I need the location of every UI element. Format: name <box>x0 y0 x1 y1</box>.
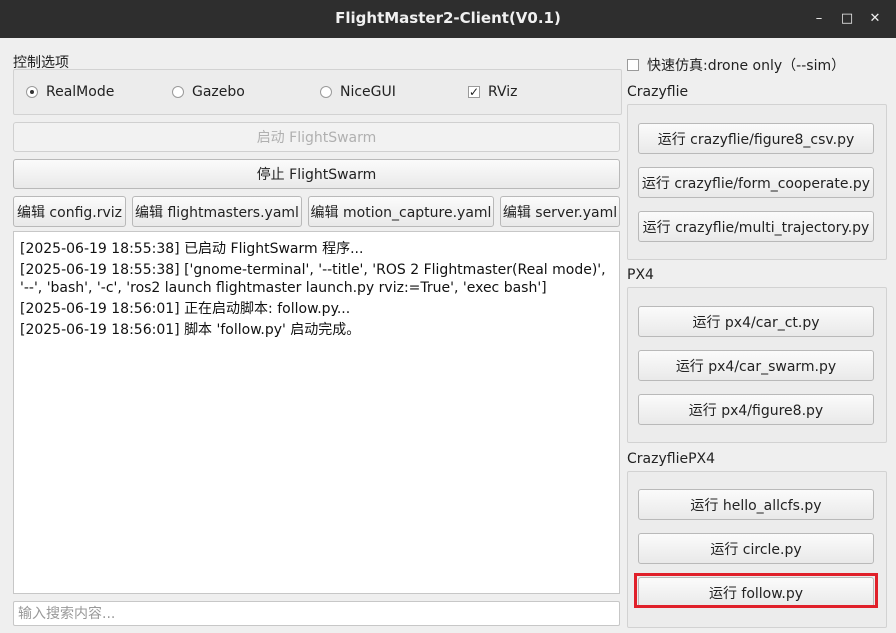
run-crazyflie-multi-trajectory-button[interactable]: 运行 crazyflie/multi_trajectory.py <box>638 211 874 242</box>
edit-motion-capture-button[interactable]: 编辑 motion_capture.yaml <box>308 196 494 227</box>
crazyflie-section-title: Crazyflie <box>627 84 689 100</box>
radio-indicator-icon <box>320 86 332 98</box>
checkbox-check-icon: ✓ <box>468 85 480 99</box>
title-bar: FlightMaster2-Client(V0.1) – □ ✕ <box>0 0 896 38</box>
run-hello-allcfs-button[interactable]: 运行 hello_allcfs.py <box>638 489 874 520</box>
radio-nicegui[interactable]: NiceGUI <box>320 84 396 100</box>
radio-gazebo-label: Gazebo <box>192 84 245 100</box>
crazyflie-px4-section-title: CrazyfliePX4 <box>627 451 716 467</box>
log-entry: [2025-06-19 18:55:38] 已启动 FlightSwarm 程序… <box>20 241 364 257</box>
radio-realmode-label: RealMode <box>46 84 115 100</box>
checkbox-quick-sim[interactable]: 快速仿真:drone only（--sim） <box>627 55 845 75</box>
log-entry: [2025-06-19 18:56:01] 脚本 'follow.py' 启动完… <box>20 322 361 338</box>
control-options-group: RealMode Gazebo NiceGUI ✓ RViz <box>13 69 622 115</box>
maximize-icon[interactable]: □ <box>838 10 856 28</box>
checkbox-unchecked-icon <box>627 59 639 71</box>
edit-config-rviz-button[interactable]: 编辑 config.rviz <box>13 196 126 227</box>
run-px4-figure8-button[interactable]: 运行 px4/figure8.py <box>638 394 874 425</box>
radio-gazebo[interactable]: Gazebo <box>172 84 245 100</box>
edit-flightmasters-button[interactable]: 编辑 flightmasters.yaml <box>132 196 302 227</box>
run-crazyflie-figure8-button[interactable]: 运行 crazyflie/figure8_csv.py <box>638 123 874 154</box>
window-title: FlightMaster2-Client(V0.1) <box>335 9 561 27</box>
radio-indicator-icon <box>172 86 184 98</box>
start-flightswarm-button[interactable]: 启动 FlightSwarm <box>13 122 620 152</box>
stop-flightswarm-button[interactable]: 停止 FlightSwarm <box>13 159 620 189</box>
quick-sim-label: 快速仿真:drone only（--sim） <box>647 58 846 74</box>
log-entry: [2025-06-19 18:56:01] 正在启动脚本: follow.py.… <box>20 301 351 317</box>
edit-server-button[interactable]: 编辑 server.yaml <box>500 196 620 227</box>
checkbox-rviz[interactable]: ✓ RViz <box>468 84 517 100</box>
log-entry: [2025-06-19 18:55:38] ['gnome-terminal',… <box>20 262 606 296</box>
radio-nicegui-label: NiceGUI <box>340 84 396 100</box>
checkbox-rviz-label: RViz <box>488 84 518 100</box>
search-input[interactable] <box>13 601 620 626</box>
run-px4-car-ct-button[interactable]: 运行 px4/car_ct.py <box>638 306 874 337</box>
radio-indicator-icon <box>26 86 38 98</box>
radio-realmode[interactable]: RealMode <box>26 84 114 100</box>
highlight-box <box>634 573 878 608</box>
close-icon[interactable]: ✕ <box>866 10 884 28</box>
minimize-icon[interactable]: – <box>810 10 828 28</box>
run-circle-button[interactable]: 运行 circle.py <box>638 533 874 564</box>
run-crazyflie-form-cooperate-button[interactable]: 运行 crazyflie/form_cooperate.py <box>638 167 874 198</box>
run-px4-car-swarm-button[interactable]: 运行 px4/car_swarm.py <box>638 350 874 381</box>
log-output[interactable]: [2025-06-19 18:55:38] 已启动 FlightSwarm 程序… <box>13 231 620 594</box>
px4-section-title: PX4 <box>627 267 654 283</box>
